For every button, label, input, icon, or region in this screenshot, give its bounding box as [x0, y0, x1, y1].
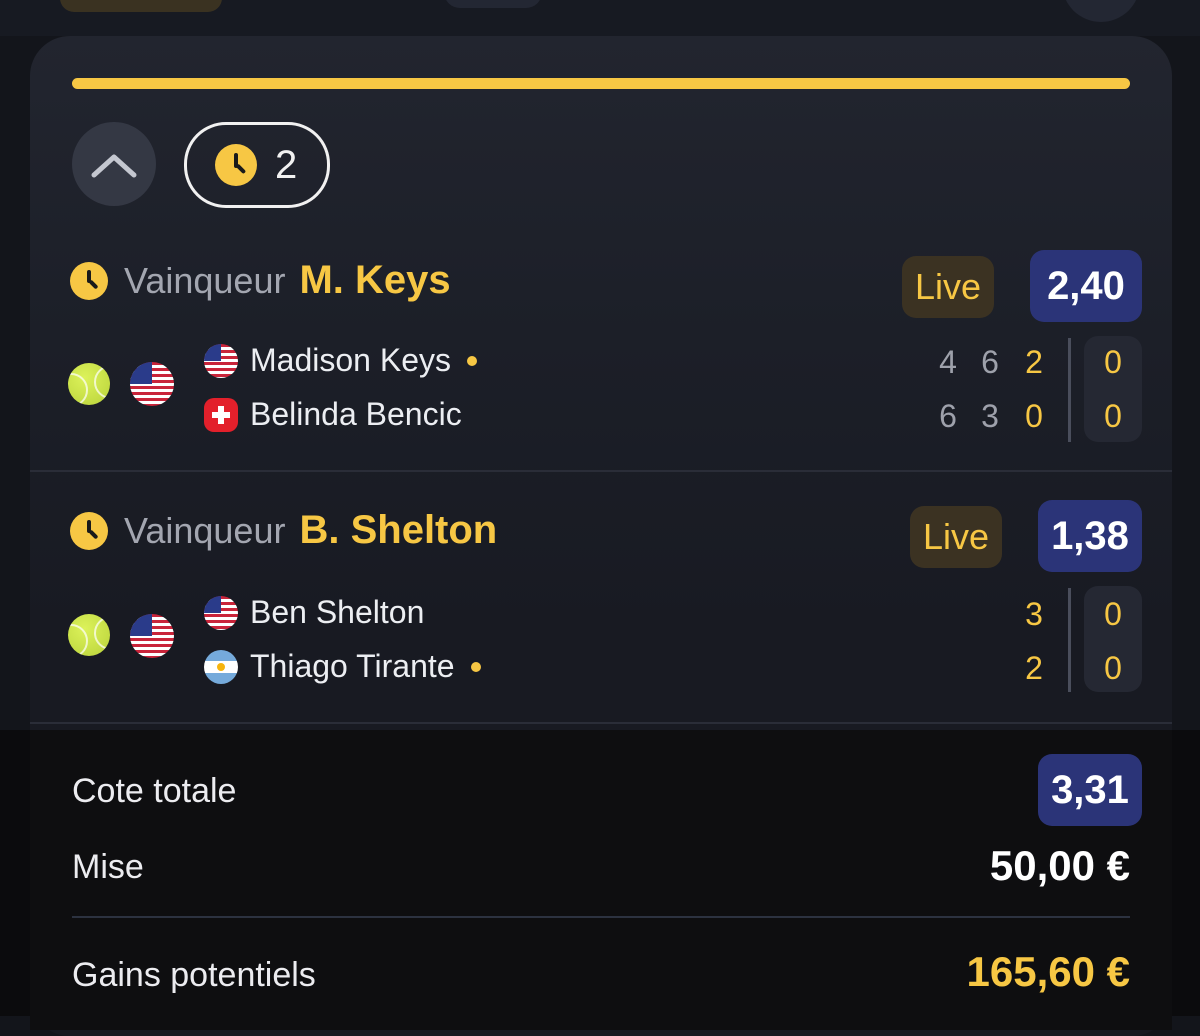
score-divider	[1068, 588, 1071, 692]
progress-bar	[72, 78, 1130, 89]
chevron-up-icon	[91, 154, 137, 178]
stake-label: Mise	[72, 848, 144, 886]
selection-name: M. Keys	[299, 258, 451, 302]
backdrop	[0, 730, 30, 1016]
player-name: Madison Keys	[250, 342, 451, 378]
bet-summary: Cote totale 3,31 Mise 50,00 € Gains pote…	[30, 730, 1172, 1030]
set-score: 3	[1025, 596, 1043, 632]
market-label: Vainqueur	[124, 259, 286, 301]
player-row: Thiago Tirante	[204, 648, 481, 685]
game-points: 0	[1104, 650, 1122, 686]
live-badge: Live	[910, 506, 1002, 568]
stake-value[interactable]: 50,00 €	[990, 842, 1130, 890]
player-row: Belinda Bencic	[204, 396, 462, 433]
score-divider	[1068, 338, 1071, 442]
set-score: 3	[981, 398, 999, 434]
summary-divider	[72, 916, 1130, 918]
bet-divider	[30, 722, 1172, 724]
set-score: 6	[981, 344, 999, 380]
us-flag-icon	[130, 362, 174, 406]
player-row: Ben Shelton	[204, 594, 424, 631]
us-flag-icon	[204, 595, 238, 630]
pending-bets-chip[interactable]: 2	[184, 122, 330, 208]
us-flag-icon	[130, 614, 174, 658]
set-score: 2	[1025, 344, 1043, 380]
winnings-label: Gains potentiels	[72, 956, 316, 994]
top-action-button[interactable]	[1062, 0, 1140, 22]
clock-icon	[215, 144, 257, 186]
argentina-flag-icon	[204, 649, 238, 684]
set-score: 6	[939, 398, 957, 434]
total-odds-label: Cote totale	[72, 772, 237, 810]
game-points: 0	[1104, 596, 1122, 632]
top-tab-active[interactable]	[60, 0, 222, 12]
set-score: 2	[1025, 650, 1043, 686]
market-label: Vainqueur	[124, 509, 286, 551]
top-bar	[0, 0, 1200, 36]
switzerland-flag-icon	[204, 397, 238, 432]
top-tab[interactable]	[444, 0, 542, 8]
clock-icon	[70, 261, 108, 300]
serve-indicator	[466, 355, 477, 366]
odds-badge[interactable]: 1,38	[1038, 500, 1142, 572]
player-row: Madison Keys	[204, 342, 477, 379]
game-points: 0	[1104, 344, 1122, 380]
set-score: 4	[939, 344, 957, 380]
bet-divider	[30, 470, 1172, 472]
player-name: Ben Shelton	[250, 594, 425, 630]
collapse-button[interactable]	[72, 122, 156, 206]
clock-icon	[70, 511, 108, 550]
live-badge: Live	[902, 256, 994, 318]
us-flag-icon	[204, 343, 238, 378]
selection-name: B. Shelton	[299, 508, 498, 552]
tennis-ball-icon	[68, 363, 110, 405]
winnings-value: 165,60 €	[966, 948, 1131, 995]
player-name: Belinda Bencic	[250, 396, 462, 432]
pending-count: 2	[275, 142, 298, 187]
tennis-ball-icon	[68, 614, 110, 656]
odds-badge[interactable]: 2,40	[1030, 250, 1142, 322]
serve-indicator	[470, 661, 481, 672]
total-odds-badge: 3,31	[1038, 754, 1142, 826]
backdrop	[1172, 730, 1200, 1016]
bet-title: Vainqueur M. Keys	[70, 258, 451, 303]
set-score: 0	[1025, 398, 1043, 434]
player-name: Thiago Tirante	[250, 648, 455, 684]
game-points: 0	[1104, 398, 1122, 434]
bet-title: Vainqueur B. Shelton	[70, 508, 497, 553]
